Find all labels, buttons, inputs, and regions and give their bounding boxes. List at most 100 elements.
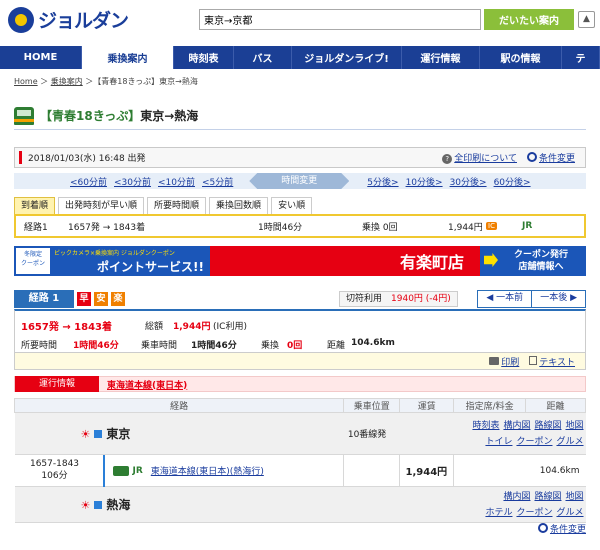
toilet-link[interactable]: トイレ bbox=[485, 437, 512, 447]
time-minus-60[interactable]: <60分前 bbox=[70, 175, 107, 188]
collapse-icon[interactable]: ▲ bbox=[578, 11, 595, 28]
tab-cheapest[interactable]: 安い順 bbox=[271, 197, 313, 214]
question-icon: ? bbox=[442, 154, 453, 164]
summary-label: 経路1 bbox=[24, 222, 48, 233]
map-link[interactable]: 地図 bbox=[565, 492, 583, 502]
nav-station[interactable]: 駅の情報 bbox=[480, 46, 562, 69]
main-nav: HOME 乗換案内 時刻表 バス ジョルダンライブ! 運行情報 駅の情報 テ bbox=[0, 46, 600, 69]
summary-company: JR bbox=[522, 221, 533, 231]
coupon-link[interactable]: クーポン bbox=[516, 508, 552, 518]
segment-fare: 1,944円 bbox=[399, 454, 454, 487]
station-map-link[interactable]: 構内図 bbox=[503, 421, 530, 431]
next-train-button[interactable]: 一本後 ▶ bbox=[531, 291, 585, 307]
segment-time: 1657-1843 bbox=[29, 459, 80, 469]
prev-train-button[interactable]: ◀ 一本前 bbox=[478, 291, 532, 307]
time-minus-10[interactable]: <10分前 bbox=[158, 175, 195, 188]
breadcrumb: Home ＞ 乗換案内 ＞【青春18きっぷ】東京→熱海 bbox=[14, 77, 198, 86]
start-platform: 10番線発 bbox=[343, 412, 454, 455]
search-input[interactable] bbox=[199, 9, 481, 30]
summary-duration: 1時間46分 bbox=[258, 222, 303, 233]
banner-top-text: ビックカメラ×乗換案内 ジョルダンクーポン bbox=[54, 250, 175, 257]
bottom-condition-link[interactable]: 条件変更 bbox=[550, 525, 586, 535]
search-icon bbox=[526, 152, 537, 162]
departure-datetime: 2018/01/03(水) 16:48 出発 bbox=[28, 154, 146, 164]
tab-transfers[interactable]: 乗換回数順 bbox=[209, 197, 269, 214]
nav-operation[interactable]: 運行情報 bbox=[402, 46, 480, 69]
time-minus-5[interactable]: <5分前 bbox=[202, 175, 233, 188]
time-plus-60[interactable]: 60分後> bbox=[494, 175, 531, 188]
ad-banner[interactable]: 冬限定 クーポン ビックカメラ×乗換案内 ジョルダンクーポン ポイントサービス!!… bbox=[14, 246, 586, 276]
required-time: 1時間46分 bbox=[73, 341, 119, 351]
print-info-link[interactable]: 全印刷について bbox=[454, 154, 517, 164]
col-distance: 距離 bbox=[525, 398, 586, 413]
line-map-link[interactable]: 路線図 bbox=[534, 492, 561, 502]
ride-time: 1時間46分 bbox=[191, 341, 237, 351]
time-plus-10[interactable]: 10分後> bbox=[406, 175, 443, 188]
line-map-link[interactable]: 路線図 bbox=[534, 421, 561, 431]
logo-icon bbox=[8, 6, 34, 33]
col-fare: 運賃 bbox=[399, 398, 455, 413]
gourmet-link[interactable]: グルメ bbox=[556, 437, 583, 447]
print-bar: 印刷 テキスト bbox=[14, 352, 586, 370]
table-row: ☀ 熱海 構内図 路線図 地図 ホテル クーポン グルメ bbox=[14, 486, 586, 523]
hotel-link[interactable]: ホテル bbox=[485, 508, 512, 518]
distance-label: 距離 bbox=[327, 341, 346, 351]
nav-more[interactable]: テ bbox=[562, 46, 600, 69]
route-line bbox=[102, 455, 105, 487]
print-link[interactable]: 印刷 bbox=[501, 358, 519, 368]
text-icon bbox=[529, 355, 538, 365]
start-links: 時刻表 構内図 路線図 地図 トイレ クーポン グルメ bbox=[453, 412, 586, 455]
station-marker bbox=[94, 430, 103, 438]
segment-line-link[interactable]: 東海道本線(東日本)(熱海行) bbox=[151, 464, 264, 477]
nav-transfer[interactable]: 乗換案内 bbox=[82, 46, 174, 69]
ticket-tag: 【青春18きっぷ】 bbox=[40, 109, 141, 123]
text-link[interactable]: テキスト bbox=[539, 358, 575, 368]
breadcrumb-current: 【青春18きっぷ】東京→熱海 bbox=[93, 77, 198, 86]
total-fare: 1,944円 bbox=[173, 322, 211, 332]
timetable-link[interactable]: 時刻表 bbox=[472, 421, 499, 431]
coupon-link[interactable]: クーポン bbox=[516, 437, 552, 447]
train-icon bbox=[14, 106, 34, 125]
search-button[interactable]: だいたい案内 bbox=[484, 9, 574, 30]
banner-point-text: ポイントサービス!! bbox=[97, 260, 204, 274]
page-title: 【青春18きっぷ】東京→熱海 bbox=[14, 102, 586, 130]
distance-value: 104.6km bbox=[351, 338, 395, 348]
time-minus-30[interactable]: <30分前 bbox=[114, 175, 151, 188]
col-reserved: 指定席/料金 bbox=[453, 398, 527, 413]
condition-change-link[interactable]: 条件変更 bbox=[539, 154, 575, 164]
easy-badge: 楽 bbox=[111, 292, 125, 306]
sort-tabs: 到着順 出発時刻が早い順 所要時間順 乗換回数順 安い順 bbox=[14, 197, 313, 214]
required-label: 所要時間 bbox=[21, 341, 58, 351]
nav-timetable[interactable]: 時刻表 bbox=[174, 46, 234, 69]
time-plus-30[interactable]: 30分後> bbox=[450, 175, 487, 188]
map-link[interactable]: 地図 bbox=[565, 421, 583, 431]
tab-early-departure[interactable]: 出発時刻が早い順 bbox=[58, 197, 145, 214]
fast-badge: 早 bbox=[77, 292, 91, 306]
route-title: 東京→熱海 bbox=[140, 109, 199, 123]
gourmet-link[interactable]: グルメ bbox=[556, 508, 583, 518]
breadcrumb-home[interactable]: Home bbox=[14, 77, 38, 86]
segment-minutes: 106分 bbox=[41, 471, 68, 481]
route-table: 経路 乗車位置 運賃 指定席/料金 距離 ☀ 東京 10番線発 時刻表 構内図 路線図… bbox=[13, 398, 586, 523]
nav-jorudan-live[interactable]: ジョルダンライブ! bbox=[292, 46, 402, 69]
breadcrumb-transfer[interactable]: 乗換案内 bbox=[51, 77, 83, 86]
col-route: 経路 bbox=[13, 398, 345, 413]
operation-line-link[interactable]: 東海道本線(東日本) bbox=[107, 378, 187, 391]
nav-home[interactable]: HOME bbox=[0, 46, 82, 69]
operation-info-bar: 運行情報 東海道本線(東日本) bbox=[14, 376, 586, 392]
summary-transfers: 乗換 0回 bbox=[362, 222, 398, 233]
end-station: 熱海 bbox=[106, 498, 131, 512]
route-1-tab[interactable]: 経路 1 bbox=[14, 290, 74, 308]
tab-duration[interactable]: 所要時間順 bbox=[147, 197, 207, 214]
logo[interactable]: ジョルダン bbox=[8, 6, 129, 33]
table-row: ☀ 東京 10番線発 時刻表 構内図 路線図 地図 トイレ クーポン グルメ bbox=[14, 412, 586, 455]
nav-bus[interactable]: バス bbox=[234, 46, 292, 69]
accent-marker bbox=[19, 151, 22, 164]
ic-badge: IC bbox=[486, 222, 497, 230]
station-map-link[interactable]: 構内図 bbox=[503, 492, 530, 502]
route-summary-row[interactable]: 経路1 1657発 → 1843着 1時間46分 乗換 0回 1,944円 IC… bbox=[14, 214, 586, 238]
banner-store-info: 店舗情報へ bbox=[518, 262, 564, 272]
time-plus-5[interactable]: 5分後> bbox=[367, 175, 398, 188]
time-shift-bar: <60分前 <30分前 <10分前 <5分前 時間変更 5分後> 10分後> 3… bbox=[14, 173, 586, 189]
tab-arrival[interactable]: 到着順 bbox=[14, 197, 56, 214]
